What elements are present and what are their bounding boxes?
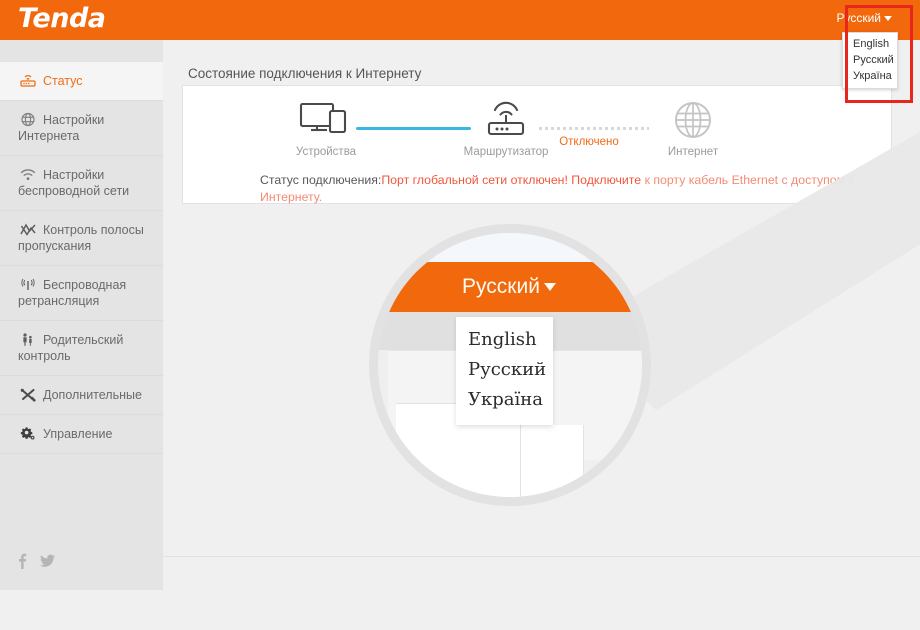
router-icon <box>18 73 38 88</box>
magnifier-menu-item-russian[interactable]: Русский <box>456 355 553 385</box>
globe-large-icon <box>638 98 748 142</box>
sidebar-item-label: Управление <box>43 427 113 441</box>
sidebar-item-wireless-relay[interactable]: Беспроводная ретрансляция <box>0 266 163 321</box>
sidebar-item-wireless-settings[interactable]: Настройки беспроводной сети <box>0 156 163 211</box>
sidebar: Статус Настройки Интернета Настройки бес… <box>0 40 163 590</box>
node-label: Интернет <box>667 146 719 158</box>
content-divider <box>163 556 920 557</box>
sidebar-item-advanced[interactable]: Дополнительные <box>0 376 163 415</box>
status-prefix: Статус подключения: <box>260 173 382 187</box>
connection-status-text: Статус подключения:Порт глобальной сети … <box>260 172 860 206</box>
language-current-label: Русский <box>836 11 881 25</box>
parental-icon <box>18 332 38 347</box>
sidebar-item-label: Дополнительные <box>43 388 142 402</box>
magnifier-circle: Русский English Русский Україна <box>369 224 651 506</box>
link-router-internet <box>539 127 649 130</box>
twitter-icon[interactable] <box>40 553 56 574</box>
gear-icon <box>18 426 38 441</box>
language-menu[interactable]: English Русский Україна <box>842 32 898 89</box>
magnifier-menu-item-ukrainian[interactable]: Україна <box>456 385 553 415</box>
top-bar: Tenda Русский <box>0 0 920 40</box>
sidebar-item-management[interactable]: Управление <box>0 415 163 454</box>
wifi-icon <box>18 167 38 182</box>
sidebar-item-bandwidth-control[interactable]: Контроль полосы пропускания <box>0 211 163 266</box>
tools-icon <box>18 387 38 402</box>
social-links <box>18 553 64 574</box>
language-menu-item-ukrainian[interactable]: Україна <box>843 68 897 84</box>
facebook-icon[interactable] <box>18 553 27 574</box>
chevron-down-icon <box>884 16 892 22</box>
magnifier-language-menu[interactable]: English Русский Україна <box>456 317 553 425</box>
status-error: Порт глобальной сети отключен! Подключит… <box>381 173 642 187</box>
magnifier-language-label: Русский <box>462 275 540 298</box>
antenna-icon <box>18 277 38 292</box>
language-menu-item-english[interactable]: English <box>843 36 897 52</box>
magnifier-white-strip <box>378 233 642 262</box>
magnifier-menu-item-english[interactable]: English <box>456 325 553 355</box>
magnifier-panel-right <box>521 425 584 497</box>
connection-status-card: Устройства Маршрутизатор Отключено Интер… <box>182 85 892 204</box>
node-label: Устройства <box>295 146 357 158</box>
sidebar-item-internet-settings[interactable]: Настройки Интернета <box>0 101 163 156</box>
node-internet: Интернет <box>638 98 748 158</box>
sidebar-item-label: Статус <box>43 74 83 88</box>
devices-icon <box>271 98 381 142</box>
sidebar-item-status[interactable]: Статус <box>0 62 163 101</box>
language-button[interactable]: Русский <box>836 11 892 25</box>
link-state-label: Отключено <box>559 136 619 148</box>
page-title: Состояние подключения к Интернету <box>188 66 422 81</box>
brand-logo: Tenda <box>18 3 106 34</box>
bandwidth-chart-icon <box>18 222 38 237</box>
sidebar-item-parental-control[interactable]: Родительский контроль <box>0 321 163 376</box>
magnifier-language-button[interactable]: Русский <box>462 275 556 299</box>
chevron-down-icon <box>543 283 556 292</box>
language-menu-item-russian[interactable]: Русский <box>843 52 897 68</box>
globe-icon <box>18 112 38 127</box>
